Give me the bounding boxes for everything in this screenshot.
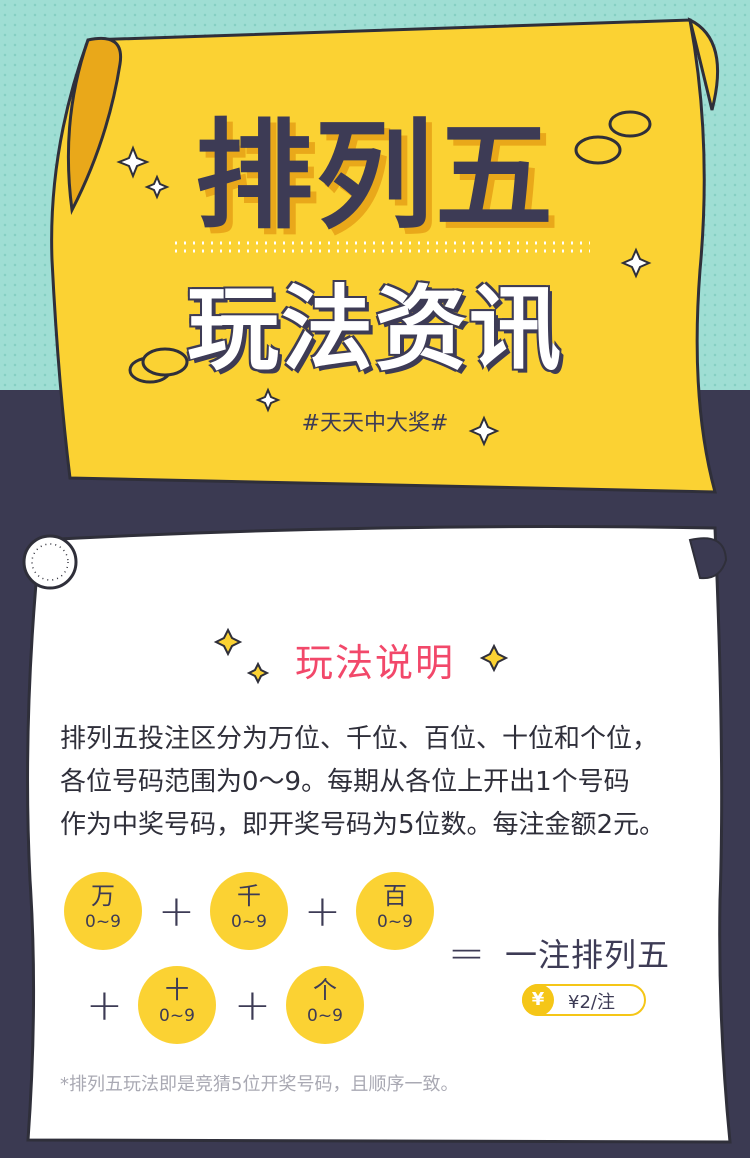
plus-sign: + (234, 980, 271, 1031)
position-range: 0~9 (307, 1006, 343, 1026)
plus-sign: + (158, 886, 195, 937)
description-line: 作为中奖号码，即开奖号码为5位数。每注金额2元。 (60, 810, 666, 840)
position-range: 0~9 (377, 912, 413, 932)
position-range: 0~9 (85, 912, 121, 932)
position-label: 百 (383, 882, 407, 910)
plus-sign: + (86, 980, 123, 1031)
section-title: 玩法说明 (294, 641, 455, 685)
hashtag-slogan: #天天中大奖# (301, 411, 449, 436)
position-range: 0~9 (231, 912, 267, 932)
page-subtitle: 玩法资讯 (186, 276, 563, 383)
result-label: 一注排列五 (505, 936, 671, 974)
yen-icon: ¥ (522, 984, 554, 1016)
description-line: 排列五投注区分为万位、千位、百位、十位和个位， (60, 724, 659, 754)
plus-sign: + (304, 886, 341, 937)
position-circle-bai: 百 0~9 (356, 872, 434, 950)
position-label: 十 (165, 976, 189, 1004)
description-line: 各位号码范围为0～9。每期从各位上开出1个号码 (60, 767, 630, 797)
footnote: *排列五玩法即是竞猜5位开奖号码，且顺序一致。 (60, 1074, 459, 1095)
position-circle-shi: 十 0~9 (138, 966, 216, 1044)
position-circle-wan: 万 0~9 (64, 872, 142, 950)
position-label: 个 (313, 976, 337, 1004)
position-label: 万 (91, 882, 115, 910)
rules-description: 排列五投注区分为万位、千位、百位、十位和个位， 各位号码范围为0～9。每期从各位… (60, 718, 700, 847)
position-range: 0~9 (159, 1006, 195, 1026)
equals-sign: = (448, 928, 485, 979)
position-label: 千 (237, 882, 261, 910)
position-circle-ge: 个 0~9 (286, 966, 364, 1044)
position-circle-qian: 千 0~9 (210, 872, 288, 950)
page-title: 排列五 (194, 107, 555, 245)
price-label: ¥2/注 (568, 992, 615, 1013)
